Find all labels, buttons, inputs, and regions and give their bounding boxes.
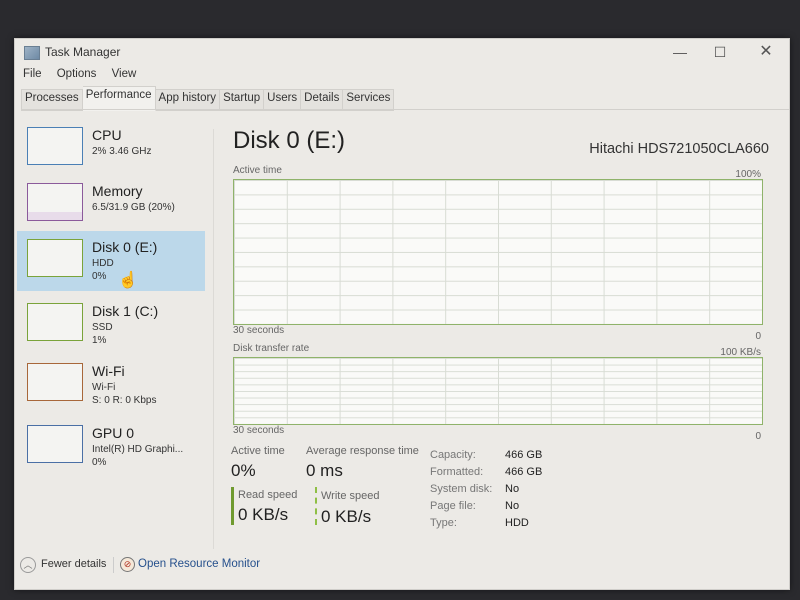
sidebar-item-adapter: Wi-Fi [92,382,116,393]
sidebar-item-detail: 6.5/31.9 GB (20%) [92,202,175,213]
sidebar-item-usage: 1% [92,335,107,346]
sidebar-item-disk-1[interactable]: Disk 1 (C:) SSD 1% [17,295,205,355]
write-speed-indicator [315,487,317,525]
sidebar-item-type: HDD [92,258,114,269]
sidebar-item-usage: 0% [92,271,107,282]
page-file-value: No [505,500,520,512]
sidebar-item-throughput: S: 0 R: 0 Kbps [92,395,157,406]
gpu-mini-graph [27,425,83,463]
tab-services[interactable]: Services [343,89,395,111]
window-title: Task Manager [45,45,121,59]
disk-title: Disk 0 (E:) [233,127,346,154]
disk-details-panel: Disk 0 (E:) Hitachi HDS721050CLA660 Acti… [215,119,785,559]
sidebar-item-wifi[interactable]: Wi-Fi Wi-Fi S: 0 R: 0 Kbps [17,355,205,415]
type-label: Type: [430,517,457,529]
tab-divider [21,109,789,110]
active-time-graph-label: Active time [233,165,282,176]
footer-bar: ︿ Fewer details ⊘ Open Resource Monitor [15,551,789,587]
system-disk-label: System disk: [430,483,493,495]
task-manager-icon [24,46,40,60]
minimize-button[interactable]: — [665,42,695,62]
memory-mini-graph [27,183,83,221]
formatted-value: 466 GB [505,466,543,478]
title-bar[interactable]: Task Manager — ☐ ✕ [15,39,789,65]
active-time-label: Active time [231,445,285,457]
sidebar-item-detail: 2% 3.46 GHz [92,146,152,157]
tab-bar: Processes Performance App history Startu… [21,86,395,111]
capacity-value: 466 GB [505,449,543,461]
open-resource-monitor-link[interactable]: Open Resource Monitor [138,558,260,570]
menu-file[interactable]: File [23,68,42,80]
active-time-graph-min: 0 [755,331,761,342]
tab-app-history[interactable]: App history [155,89,221,111]
page-file-label: Page file: [430,500,476,512]
task-manager-window: Task Manager — ☐ ✕ File Options View Pro… [14,38,790,590]
disk-0-mini-graph [27,239,83,277]
menu-options[interactable]: Options [57,68,97,80]
chevron-up-icon[interactable]: ︿ [20,557,36,573]
sidebar-item-name: Memory [92,183,143,199]
maximize-button[interactable]: ☐ [705,42,735,62]
resource-sidebar: CPU 2% 3.46 GHz Memory 6.5/31.9 GB (20%)… [17,119,205,519]
write-speed-value: 0 KB/s [321,507,372,526]
hand-cursor-icon: ☝ [118,272,138,289]
avg-response-value: 0 ms [306,461,343,480]
sidebar-item-model: Intel(R) HD Graphi... [92,444,184,455]
disk-1-mini-graph [27,303,83,341]
sidebar-item-usage: 0% [92,457,107,468]
sidebar-item-cpu[interactable]: CPU 2% 3.46 GHz [17,119,205,179]
transfer-graph-min: 0 [755,431,761,442]
read-speed-indicator [231,487,234,525]
sidebar-item-name: CPU [92,127,122,143]
tab-users[interactable]: Users [264,89,302,111]
sidebar-item-name: Disk 0 (E:) [92,239,158,255]
tab-startup[interactable]: Startup [220,89,265,111]
cpu-mini-graph [27,127,83,165]
sidebar-item-type: SSD [92,322,113,333]
sidebar-item-name: GPU 0 [92,425,135,441]
tab-details[interactable]: Details [301,89,344,111]
wifi-mini-graph [27,363,83,401]
sidebar-item-name: Disk 1 (C:) [92,303,159,319]
active-time-graph [233,179,763,325]
resource-monitor-icon[interactable]: ⊘ [120,557,135,572]
type-value: HDD [505,517,529,529]
avg-response-label: Average response time [306,445,419,457]
active-time-graph-timespan: 30 seconds [233,325,285,336]
fewer-details-button[interactable]: Fewer details [41,558,106,570]
read-speed-value: 0 KB/s [238,505,289,524]
sidebar-item-memory[interactable]: Memory 6.5/31.9 GB (20%) [17,175,205,235]
sidebar-item-name: Wi-Fi [92,363,125,379]
system-disk-value: No [505,483,520,495]
tab-processes[interactable]: Processes [21,89,83,111]
sidebar-item-gpu-0[interactable]: GPU 0 Intel(R) HD Graphi... 0% [17,417,205,477]
capacity-label: Capacity: [430,449,476,461]
footer-separator [113,557,114,573]
menu-view[interactable]: View [112,68,137,80]
close-button[interactable]: ✕ [751,42,781,62]
transfer-graph-label: Disk transfer rate [233,343,310,354]
read-speed-label: Read speed [238,489,298,501]
transfer-graph-timespan: 30 seconds [233,425,285,436]
formatted-label: Formatted: [430,466,484,478]
active-time-value: 0% [231,461,256,480]
write-speed-label: Write speed [321,490,380,502]
menu-bar: File Options View [23,68,148,80]
disk-transfer-rate-graph [233,357,763,425]
sidebar-divider [213,129,214,549]
tab-performance[interactable]: Performance [82,86,156,111]
sidebar-item-disk-0[interactable]: Disk 0 (E:) HDD 0% [17,231,205,291]
disk-model: Hitachi HDS721050CLA660 [589,141,769,157]
